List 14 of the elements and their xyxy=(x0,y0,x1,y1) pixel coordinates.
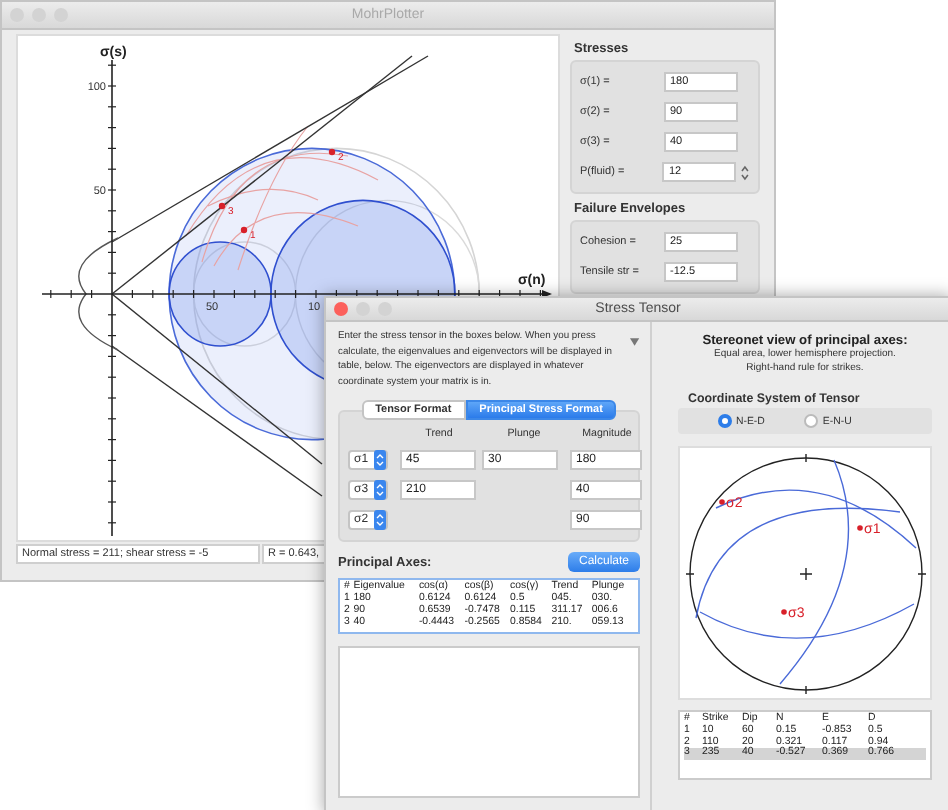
radio-button[interactable] xyxy=(718,414,732,428)
minimize-button[interactable] xyxy=(356,302,370,316)
collapse-caret-icon[interactable] xyxy=(630,338,640,346)
output-text-area[interactable] xyxy=(338,645,640,798)
close-button[interactable] xyxy=(10,8,24,22)
updown-icon xyxy=(374,510,386,531)
minimize-button[interactable] xyxy=(32,8,46,22)
zoom-button[interactable] xyxy=(54,8,68,22)
updown-icon xyxy=(374,450,386,471)
stepper-icon[interactable] xyxy=(740,163,750,181)
updown-icon xyxy=(374,480,386,501)
radio-button[interactable] xyxy=(804,414,819,428)
zoom-button[interactable] xyxy=(378,302,392,316)
close-button[interactable] xyxy=(334,302,348,316)
